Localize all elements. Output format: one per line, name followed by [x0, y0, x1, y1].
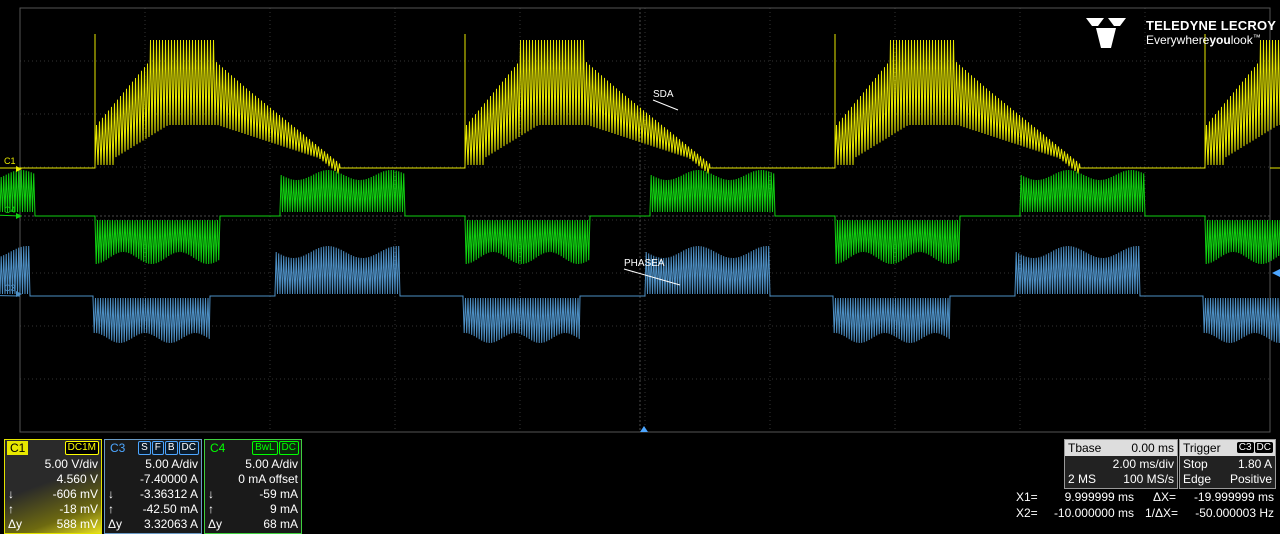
trigger-slope: Positive	[1229, 472, 1272, 486]
timebase-title: Tbase	[1068, 441, 1102, 455]
c1-channel-descriptor[interactable]: C1 DC1M 5.00 V/div 4.560 V ↓ -606 mV ↑ -18…	[4, 439, 102, 534]
timebase-descriptor[interactable]: Tbase 0.00 ms 2.00 ms/div 2 MS 100 MS/s	[1064, 439, 1178, 489]
c1-name: C1	[7, 441, 29, 455]
c4-cursor-up-value: 9 mA	[269, 502, 298, 516]
phasea-annotation: PHASEA	[624, 258, 665, 269]
brand-tagline: Everywhereyoulook™	[1146, 33, 1261, 47]
c3-cursor-up-value: -42.50 mA	[142, 502, 198, 516]
c3-row0-symbol: ↓	[108, 487, 114, 501]
c1-row2-symbol: Δy	[8, 517, 23, 531]
c1-delta-y-value: 588 mV	[56, 517, 98, 531]
cursor-x2-value: -10.000000 ms	[1053, 506, 1134, 520]
c4-ground-marker[interactable]	[16, 213, 22, 219]
cursor-dx-value: -19.999999 ms	[1193, 490, 1274, 504]
trigger-mode: Stop	[1183, 457, 1208, 471]
cursor-x1-value: 9.999999 ms	[1064, 490, 1134, 504]
c1-row1-symbol: ↑	[8, 502, 14, 516]
c3-tag-dc: DC	[178, 441, 199, 455]
sda-label-leader	[652, 99, 679, 111]
c3-trigger-level-marker[interactable]	[1272, 269, 1280, 277]
c3-tag-s: S	[138, 441, 151, 455]
cursor-dx-label: ΔX=	[1153, 490, 1177, 504]
c4-tag-bwl: BwL	[252, 441, 278, 455]
trigger-type: Edge	[1183, 472, 1212, 486]
trigger-descriptor[interactable]: Trigger C3 DC Stop 1.80 A Edge Positive	[1179, 439, 1276, 489]
c4-row1-symbol: ↑	[208, 502, 214, 516]
c3-tag-f: F	[151, 441, 164, 455]
c3-name: C3	[110, 441, 126, 455]
c4-offset: 0 mA offset	[238, 472, 298, 486]
teledyne-logo-icon	[1086, 18, 1126, 48]
c3-marker-label: C3	[4, 283, 16, 293]
c4-row2-symbol: Δy	[208, 517, 223, 531]
c3-row2-symbol: Δy	[108, 517, 123, 531]
trigger-coupling-tag: DC	[1254, 442, 1273, 453]
timebase-tdiv: 2.00 ms/div	[1112, 457, 1174, 471]
teledyne-lecroy-logo: TELEDYNE LECROY Everywhereyoulook™	[1084, 16, 1277, 50]
trigger-level: 1.80 A	[1237, 457, 1272, 471]
trigger-title: Trigger	[1183, 441, 1221, 455]
cursor-x2-label: X2=	[1016, 506, 1038, 520]
c4-delta-y-value: 68 mA	[263, 517, 298, 531]
c3-row1-symbol: ↑	[108, 502, 114, 516]
c4-name: C4	[210, 441, 226, 455]
timebase-points: 2 MS	[1068, 472, 1097, 486]
trigger-source-tag: C3	[1236, 442, 1254, 453]
c1-cursor-down-value: -606 mV	[52, 487, 98, 501]
timebase-delay: 0.00 ms	[1131, 441, 1174, 455]
brand-name: TELEDYNE LECROY	[1146, 18, 1277, 33]
c4-channel-descriptor[interactable]: C4 BwL DC 5.00 A/div 0 mA offset ↓ -59 mA…	[204, 439, 302, 534]
c1-coupling-tag: DC1M	[64, 441, 99, 455]
c4-cursor-down-value: -59 mA	[259, 487, 298, 501]
c4-marker-label: C4	[4, 205, 16, 215]
c3-offset: -7.40000 A	[139, 472, 198, 486]
c1-marker-label: C1	[4, 156, 16, 166]
c4-row0-symbol: ↓	[208, 487, 214, 501]
c3-vdiv: 5.00 A/div	[145, 457, 198, 471]
c4-vdiv: 5.00 A/div	[245, 457, 298, 471]
c4-tag-dc: DC	[278, 441, 299, 455]
sda-annotation: SDA	[653, 89, 674, 100]
c3-tag-b: B	[164, 441, 178, 455]
timebase-rate: 100 MS/s	[1123, 472, 1174, 486]
c3-channel-descriptor[interactable]: C3 S F B DC 5.00 A/div -7.40000 A ↓ -3.36…	[104, 439, 202, 534]
c1-cursor-up-value: -18 mV	[59, 502, 98, 516]
c3-cursor-down-value: -3.36312 A	[139, 487, 198, 501]
c1-offset: 4.560 V	[56, 472, 98, 486]
cursor-inv-dx-value: -50.000003 Hz	[1195, 506, 1274, 520]
c1-vdiv: 5.00 V/div	[44, 457, 98, 471]
c3-delta-y-value: 3.32063 A	[143, 517, 198, 531]
trigger-position-marker[interactable]	[640, 426, 648, 432]
c1-row0-symbol: ↓	[8, 487, 14, 501]
cursor-x1-label: X1=	[1016, 490, 1038, 504]
cursor-inv-dx-label: 1/ΔX=	[1145, 506, 1179, 520]
